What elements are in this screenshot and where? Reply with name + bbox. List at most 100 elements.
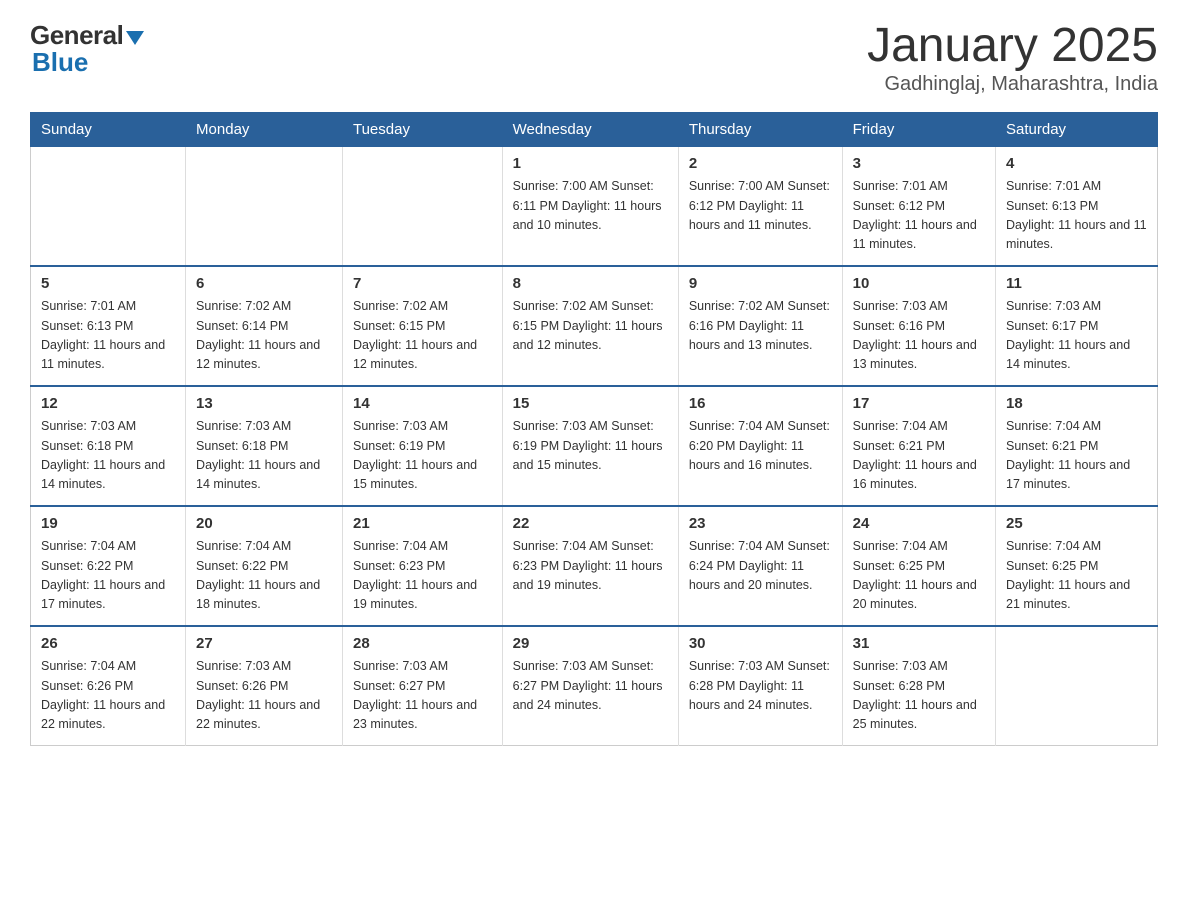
week-row-5: 26Sunrise: 7:04 AM Sunset: 6:26 PM Dayli… (31, 626, 1158, 746)
day-number: 30 (689, 633, 832, 656)
calendar-cell: 3Sunrise: 7:01 AM Sunset: 6:12 PM Daylig… (842, 146, 995, 266)
calendar-cell: 12Sunrise: 7:03 AM Sunset: 6:18 PM Dayli… (31, 386, 186, 506)
day-info: Sunrise: 7:00 AM Sunset: 6:12 PM Dayligh… (689, 177, 832, 235)
calendar-cell (342, 146, 502, 266)
calendar-cell: 16Sunrise: 7:04 AM Sunset: 6:20 PM Dayli… (678, 386, 842, 506)
day-number: 8 (513, 273, 668, 296)
calendar-cell: 8Sunrise: 7:02 AM Sunset: 6:15 PM Daylig… (502, 266, 678, 386)
day-number: 20 (196, 513, 332, 536)
calendar-cell: 10Sunrise: 7:03 AM Sunset: 6:16 PM Dayli… (842, 266, 995, 386)
calendar-cell: 13Sunrise: 7:03 AM Sunset: 6:18 PM Dayli… (186, 386, 343, 506)
week-row-1: 1Sunrise: 7:00 AM Sunset: 6:11 PM Daylig… (31, 146, 1158, 266)
calendar-cell (996, 626, 1158, 746)
day-number: 15 (513, 393, 668, 416)
day-number: 21 (353, 513, 492, 536)
calendar-cell: 23Sunrise: 7:04 AM Sunset: 6:24 PM Dayli… (678, 506, 842, 626)
day-number: 23 (689, 513, 832, 536)
day-number: 31 (853, 633, 985, 656)
logo-blue-text: Blue (30, 47, 88, 78)
day-number: 27 (196, 633, 332, 656)
month-title: January 2025 (867, 20, 1158, 73)
day-info: Sunrise: 7:00 AM Sunset: 6:11 PM Dayligh… (513, 177, 668, 235)
day-number: 26 (41, 633, 175, 656)
day-number: 24 (853, 513, 985, 536)
day-number: 4 (1006, 153, 1147, 176)
day-info: Sunrise: 7:03 AM Sunset: 6:19 PM Dayligh… (513, 417, 668, 475)
day-number: 17 (853, 393, 985, 416)
calendar-cell: 26Sunrise: 7:04 AM Sunset: 6:26 PM Dayli… (31, 626, 186, 746)
calendar-cell: 9Sunrise: 7:02 AM Sunset: 6:16 PM Daylig… (678, 266, 842, 386)
day-info: Sunrise: 7:03 AM Sunset: 6:27 PM Dayligh… (513, 657, 668, 715)
day-info: Sunrise: 7:01 AM Sunset: 6:13 PM Dayligh… (41, 297, 175, 375)
calendar-body: 1Sunrise: 7:00 AM Sunset: 6:11 PM Daylig… (31, 146, 1158, 745)
logo: General Blue (30, 20, 144, 78)
day-number: 28 (353, 633, 492, 656)
day-number: 16 (689, 393, 832, 416)
calendar-cell: 19Sunrise: 7:04 AM Sunset: 6:22 PM Dayli… (31, 506, 186, 626)
day-number: 2 (689, 153, 832, 176)
day-info: Sunrise: 7:04 AM Sunset: 6:22 PM Dayligh… (196, 537, 332, 615)
calendar-cell (186, 146, 343, 266)
logo-triangle-icon (126, 31, 144, 45)
day-info: Sunrise: 7:03 AM Sunset: 6:28 PM Dayligh… (689, 657, 832, 715)
day-number: 14 (353, 393, 492, 416)
day-info: Sunrise: 7:04 AM Sunset: 6:20 PM Dayligh… (689, 417, 832, 475)
calendar-cell: 5Sunrise: 7:01 AM Sunset: 6:13 PM Daylig… (31, 266, 186, 386)
week-row-3: 12Sunrise: 7:03 AM Sunset: 6:18 PM Dayli… (31, 386, 1158, 506)
day-info: Sunrise: 7:04 AM Sunset: 6:21 PM Dayligh… (1006, 417, 1147, 495)
calendar-cell: 21Sunrise: 7:04 AM Sunset: 6:23 PM Dayli… (342, 506, 502, 626)
day-info: Sunrise: 7:03 AM Sunset: 6:28 PM Dayligh… (853, 657, 985, 735)
calendar-cell: 18Sunrise: 7:04 AM Sunset: 6:21 PM Dayli… (996, 386, 1158, 506)
day-number: 11 (1006, 273, 1147, 296)
calendar-cell: 2Sunrise: 7:00 AM Sunset: 6:12 PM Daylig… (678, 146, 842, 266)
day-number: 7 (353, 273, 492, 296)
calendar-cell: 30Sunrise: 7:03 AM Sunset: 6:28 PM Dayli… (678, 626, 842, 746)
day-number: 13 (196, 393, 332, 416)
calendar-cell: 1Sunrise: 7:00 AM Sunset: 6:11 PM Daylig… (502, 146, 678, 266)
location-subtitle: Gadhinglaj, Maharashtra, India (867, 73, 1158, 96)
day-info: Sunrise: 7:01 AM Sunset: 6:13 PM Dayligh… (1006, 177, 1147, 255)
day-info: Sunrise: 7:03 AM Sunset: 6:27 PM Dayligh… (353, 657, 492, 735)
day-number: 18 (1006, 393, 1147, 416)
day-info: Sunrise: 7:01 AM Sunset: 6:12 PM Dayligh… (853, 177, 985, 255)
calendar-cell: 28Sunrise: 7:03 AM Sunset: 6:27 PM Dayli… (342, 626, 502, 746)
header-day-saturday: Saturday (996, 112, 1158, 146)
calendar-cell: 24Sunrise: 7:04 AM Sunset: 6:25 PM Dayli… (842, 506, 995, 626)
day-number: 10 (853, 273, 985, 296)
day-info: Sunrise: 7:03 AM Sunset: 6:26 PM Dayligh… (196, 657, 332, 735)
page-header: General Blue January 2025 Gadhinglaj, Ma… (30, 20, 1158, 96)
calendar-cell: 25Sunrise: 7:04 AM Sunset: 6:25 PM Dayli… (996, 506, 1158, 626)
week-row-2: 5Sunrise: 7:01 AM Sunset: 6:13 PM Daylig… (31, 266, 1158, 386)
day-number: 29 (513, 633, 668, 656)
calendar-cell: 11Sunrise: 7:03 AM Sunset: 6:17 PM Dayli… (996, 266, 1158, 386)
day-number: 9 (689, 273, 832, 296)
calendar-cell: 15Sunrise: 7:03 AM Sunset: 6:19 PM Dayli… (502, 386, 678, 506)
day-info: Sunrise: 7:02 AM Sunset: 6:15 PM Dayligh… (353, 297, 492, 375)
day-info: Sunrise: 7:04 AM Sunset: 6:21 PM Dayligh… (853, 417, 985, 495)
header-day-wednesday: Wednesday (502, 112, 678, 146)
day-info: Sunrise: 7:04 AM Sunset: 6:23 PM Dayligh… (513, 537, 668, 595)
calendar-table: SundayMondayTuesdayWednesdayThursdayFrid… (30, 112, 1158, 746)
day-number: 12 (41, 393, 175, 416)
calendar-cell: 4Sunrise: 7:01 AM Sunset: 6:13 PM Daylig… (996, 146, 1158, 266)
day-info: Sunrise: 7:02 AM Sunset: 6:14 PM Dayligh… (196, 297, 332, 375)
day-info: Sunrise: 7:02 AM Sunset: 6:15 PM Dayligh… (513, 297, 668, 355)
calendar-cell: 27Sunrise: 7:03 AM Sunset: 6:26 PM Dayli… (186, 626, 343, 746)
day-number: 5 (41, 273, 175, 296)
day-info: Sunrise: 7:04 AM Sunset: 6:25 PM Dayligh… (1006, 537, 1147, 615)
calendar-cell: 7Sunrise: 7:02 AM Sunset: 6:15 PM Daylig… (342, 266, 502, 386)
calendar-cell (31, 146, 186, 266)
calendar-cell: 14Sunrise: 7:03 AM Sunset: 6:19 PM Dayli… (342, 386, 502, 506)
calendar-cell: 22Sunrise: 7:04 AM Sunset: 6:23 PM Dayli… (502, 506, 678, 626)
day-info: Sunrise: 7:02 AM Sunset: 6:16 PM Dayligh… (689, 297, 832, 355)
day-number: 3 (853, 153, 985, 176)
day-number: 25 (1006, 513, 1147, 536)
day-info: Sunrise: 7:04 AM Sunset: 6:26 PM Dayligh… (41, 657, 175, 735)
calendar-cell: 6Sunrise: 7:02 AM Sunset: 6:14 PM Daylig… (186, 266, 343, 386)
calendar-header: SundayMondayTuesdayWednesdayThursdayFrid… (31, 112, 1158, 146)
day-info: Sunrise: 7:04 AM Sunset: 6:23 PM Dayligh… (353, 537, 492, 615)
day-info: Sunrise: 7:04 AM Sunset: 6:24 PM Dayligh… (689, 537, 832, 595)
day-info: Sunrise: 7:03 AM Sunset: 6:16 PM Dayligh… (853, 297, 985, 375)
day-number: 22 (513, 513, 668, 536)
day-info: Sunrise: 7:03 AM Sunset: 6:18 PM Dayligh… (41, 417, 175, 495)
